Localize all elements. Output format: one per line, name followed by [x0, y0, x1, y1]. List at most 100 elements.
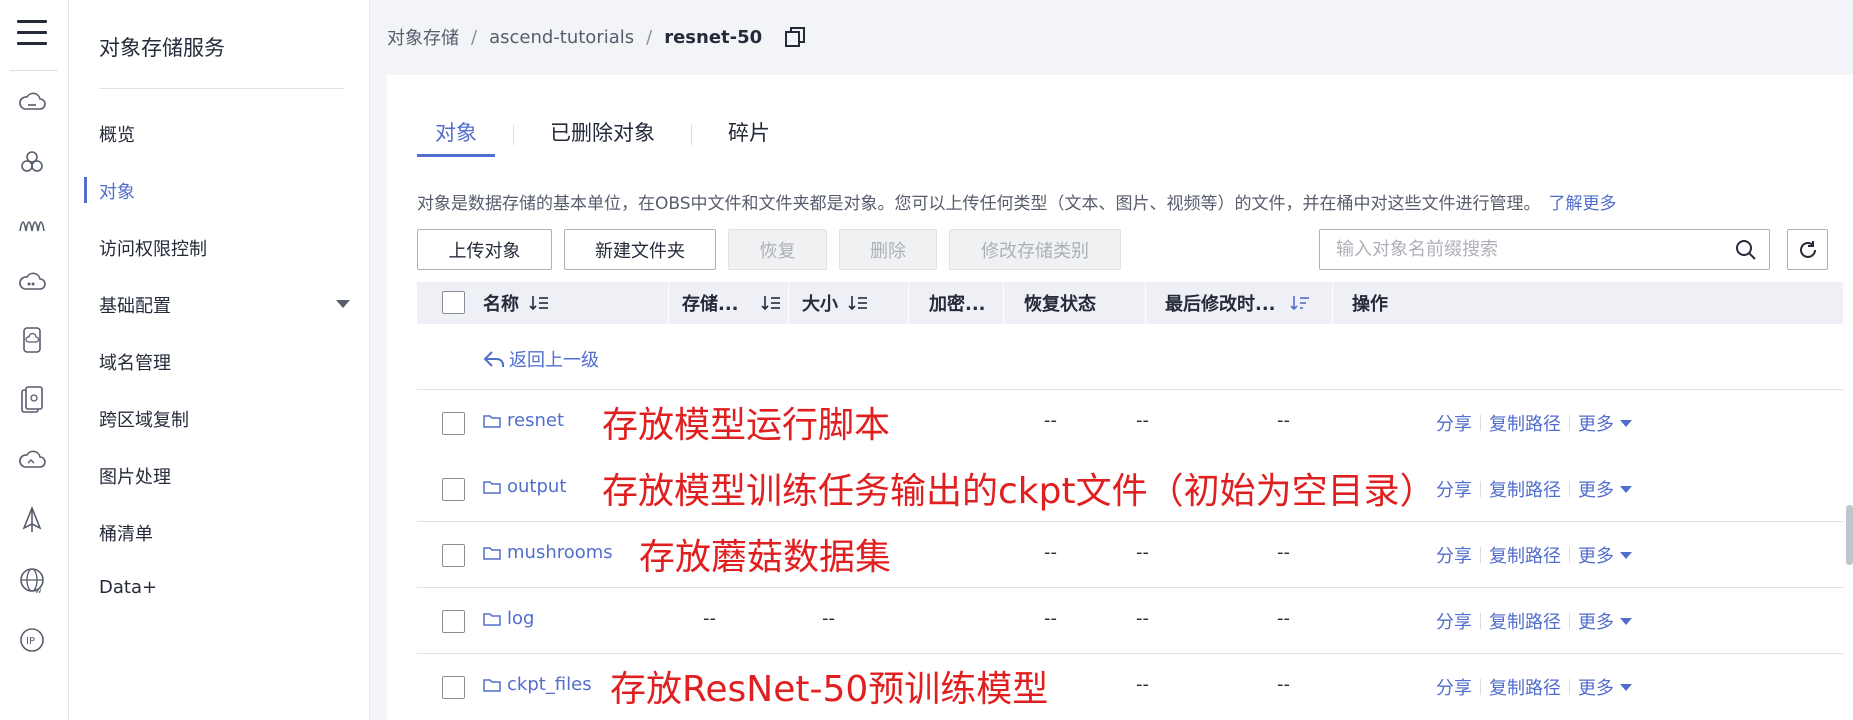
select-all-checkbox[interactable]: [442, 291, 465, 314]
icon-rail: w IP: [0, 0, 69, 720]
tab-objects[interactable]: 对象: [417, 117, 495, 157]
annotation-note: 存放模型训练任务输出的ckpt文件（初始为空目录）: [602, 471, 1436, 512]
search-icon[interactable]: [1735, 239, 1757, 261]
cloud-storage-icon[interactable]: [16, 266, 48, 298]
scrollbar[interactable]: [1846, 505, 1853, 565]
globe-icon[interactable]: w: [16, 564, 48, 596]
row-checkbox[interactable]: [442, 610, 465, 633]
backup-icon[interactable]: [16, 384, 48, 416]
more-dropdown[interactable]: 更多: [1578, 608, 1614, 634]
copy-path-link[interactable]: 复制路径: [1489, 674, 1561, 700]
share-link[interactable]: 分享: [1436, 608, 1472, 634]
menu-icon[interactable]: [17, 20, 47, 48]
copy-path-link[interactable]: 复制路径: [1489, 476, 1561, 502]
cluster-icon[interactable]: [16, 146, 48, 178]
folder-link[interactable]: mushrooms: [483, 542, 613, 563]
rail-divider: [10, 70, 58, 71]
sail-icon[interactable]: [16, 504, 48, 536]
col-size-label: 大小: [802, 294, 838, 315]
table-header: 名称 存储... 大小 加密... 恢复状态 最后修改时... 操作: [417, 282, 1843, 324]
sort-icon[interactable]: [848, 295, 868, 311]
sidebar-item-inventory[interactable]: 桶清单: [99, 520, 153, 546]
svg-text:w: w: [35, 586, 42, 594]
col-encryption[interactable]: 加密...: [909, 282, 1004, 324]
sidebar-item-access-control[interactable]: 访问权限控制: [99, 235, 207, 261]
row-checkbox[interactable]: [442, 544, 465, 567]
share-link[interactable]: 分享: [1436, 410, 1472, 436]
share-link[interactable]: 分享: [1436, 542, 1472, 568]
restore-button[interactable]: 恢复: [728, 229, 827, 270]
learn-more-link[interactable]: 了解更多: [1549, 194, 1617, 214]
cell-modified: --: [1277, 674, 1290, 695]
sidebar-item-data-plus[interactable]: Data+: [99, 577, 157, 598]
folder-link[interactable]: log: [483, 608, 534, 629]
sidebar-item-image-processing[interactable]: 图片处理: [99, 463, 171, 489]
more-dropdown[interactable]: 更多: [1578, 476, 1614, 502]
folder-icon: [483, 480, 501, 494]
refresh-button[interactable]: [1787, 229, 1828, 270]
delete-button[interactable]: 删除: [839, 229, 937, 270]
search-input[interactable]: [1320, 239, 1720, 260]
tab-bar: 对象 已删除对象 碎片: [417, 117, 788, 157]
sort-icon[interactable]: [529, 295, 549, 311]
more-dropdown[interactable]: 更多: [1578, 410, 1614, 436]
copy-icon[interactable]: [784, 26, 806, 48]
copy-path-link[interactable]: 复制路径: [1489, 542, 1561, 568]
back-link[interactable]: 返回上一级: [483, 346, 599, 372]
table-row: mushrooms 存放蘑菇数据集 -- -- -- 分享 复制路径 更多: [417, 522, 1843, 588]
col-restore-status-label: 恢复状态: [1024, 294, 1096, 315]
row-actions: 分享 复制路径 更多: [1436, 476, 1632, 502]
tab-fragments[interactable]: 碎片: [710, 117, 788, 157]
col-modified[interactable]: 最后修改时...: [1146, 282, 1333, 324]
row-checkbox[interactable]: [442, 676, 465, 699]
row-actions: 分享 复制路径 更多: [1436, 542, 1632, 568]
sort-icon[interactable]: [760, 295, 781, 311]
sidebar-item-objects[interactable]: 对象: [99, 178, 135, 204]
breadcrumb-root[interactable]: 对象存储: [387, 24, 459, 50]
col-restore-status[interactable]: 恢复状态: [1004, 282, 1146, 324]
col-storage[interactable]: 存储...: [669, 282, 789, 324]
cloud-sync-icon[interactable]: [16, 444, 48, 476]
active-indicator: [84, 177, 87, 203]
copy-path-link[interactable]: 复制路径: [1489, 608, 1561, 634]
copy-path-link[interactable]: 复制路径: [1489, 410, 1561, 436]
caret-down-icon[interactable]: [1620, 683, 1632, 691]
col-name[interactable]: 名称: [483, 282, 669, 324]
caret-down-icon[interactable]: [1620, 485, 1632, 493]
folder-link[interactable]: resnet: [483, 410, 564, 431]
folder-icon: [483, 678, 501, 692]
folder-link[interactable]: output: [483, 476, 566, 497]
col-name-label: 名称: [483, 294, 519, 315]
cloud-server-icon[interactable]: [16, 86, 48, 118]
wave-icon[interactable]: [16, 206, 48, 238]
more-dropdown[interactable]: 更多: [1578, 674, 1614, 700]
new-folder-button[interactable]: 新建文件夹: [564, 229, 716, 270]
sidebar-item-overview[interactable]: 概览: [99, 121, 135, 147]
cell-restore-status: --: [1136, 410, 1149, 431]
col-size[interactable]: 大小: [789, 282, 909, 324]
ip-icon[interactable]: IP: [16, 624, 48, 656]
caret-down-icon[interactable]: [1620, 551, 1632, 559]
row-checkbox[interactable]: [442, 478, 465, 501]
breadcrumb-separator: /: [646, 26, 653, 48]
folder-link[interactable]: ckpt_files: [483, 674, 592, 695]
col-storage-label: 存储...: [682, 294, 739, 315]
caret-down-icon[interactable]: [1620, 419, 1632, 427]
more-dropdown[interactable]: 更多: [1578, 542, 1614, 568]
folder-name: ckpt_files: [507, 674, 592, 695]
share-link[interactable]: 分享: [1436, 476, 1472, 502]
share-link[interactable]: 分享: [1436, 674, 1472, 700]
sort-descending-icon[interactable]: [1289, 295, 1310, 311]
cell-modified: --: [1277, 542, 1290, 563]
row-checkbox[interactable]: [442, 412, 465, 435]
upload-button[interactable]: 上传对象: [417, 229, 552, 270]
caret-down-icon[interactable]: [1620, 617, 1632, 625]
sidebar-item-replication[interactable]: 跨区域复制: [99, 406, 189, 432]
change-storage-class-button[interactable]: 修改存储类别: [949, 229, 1121, 270]
sidebar-item-basic-config[interactable]: 基础配置: [99, 292, 171, 318]
sidebar-item-domain[interactable]: 域名管理: [99, 349, 171, 375]
breadcrumb-bucket[interactable]: ascend-tutorials: [489, 27, 634, 48]
chevron-down-icon[interactable]: [336, 300, 350, 308]
mobile-cloud-icon[interactable]: [16, 324, 48, 356]
tab-deleted-objects[interactable]: 已删除对象: [532, 117, 673, 157]
